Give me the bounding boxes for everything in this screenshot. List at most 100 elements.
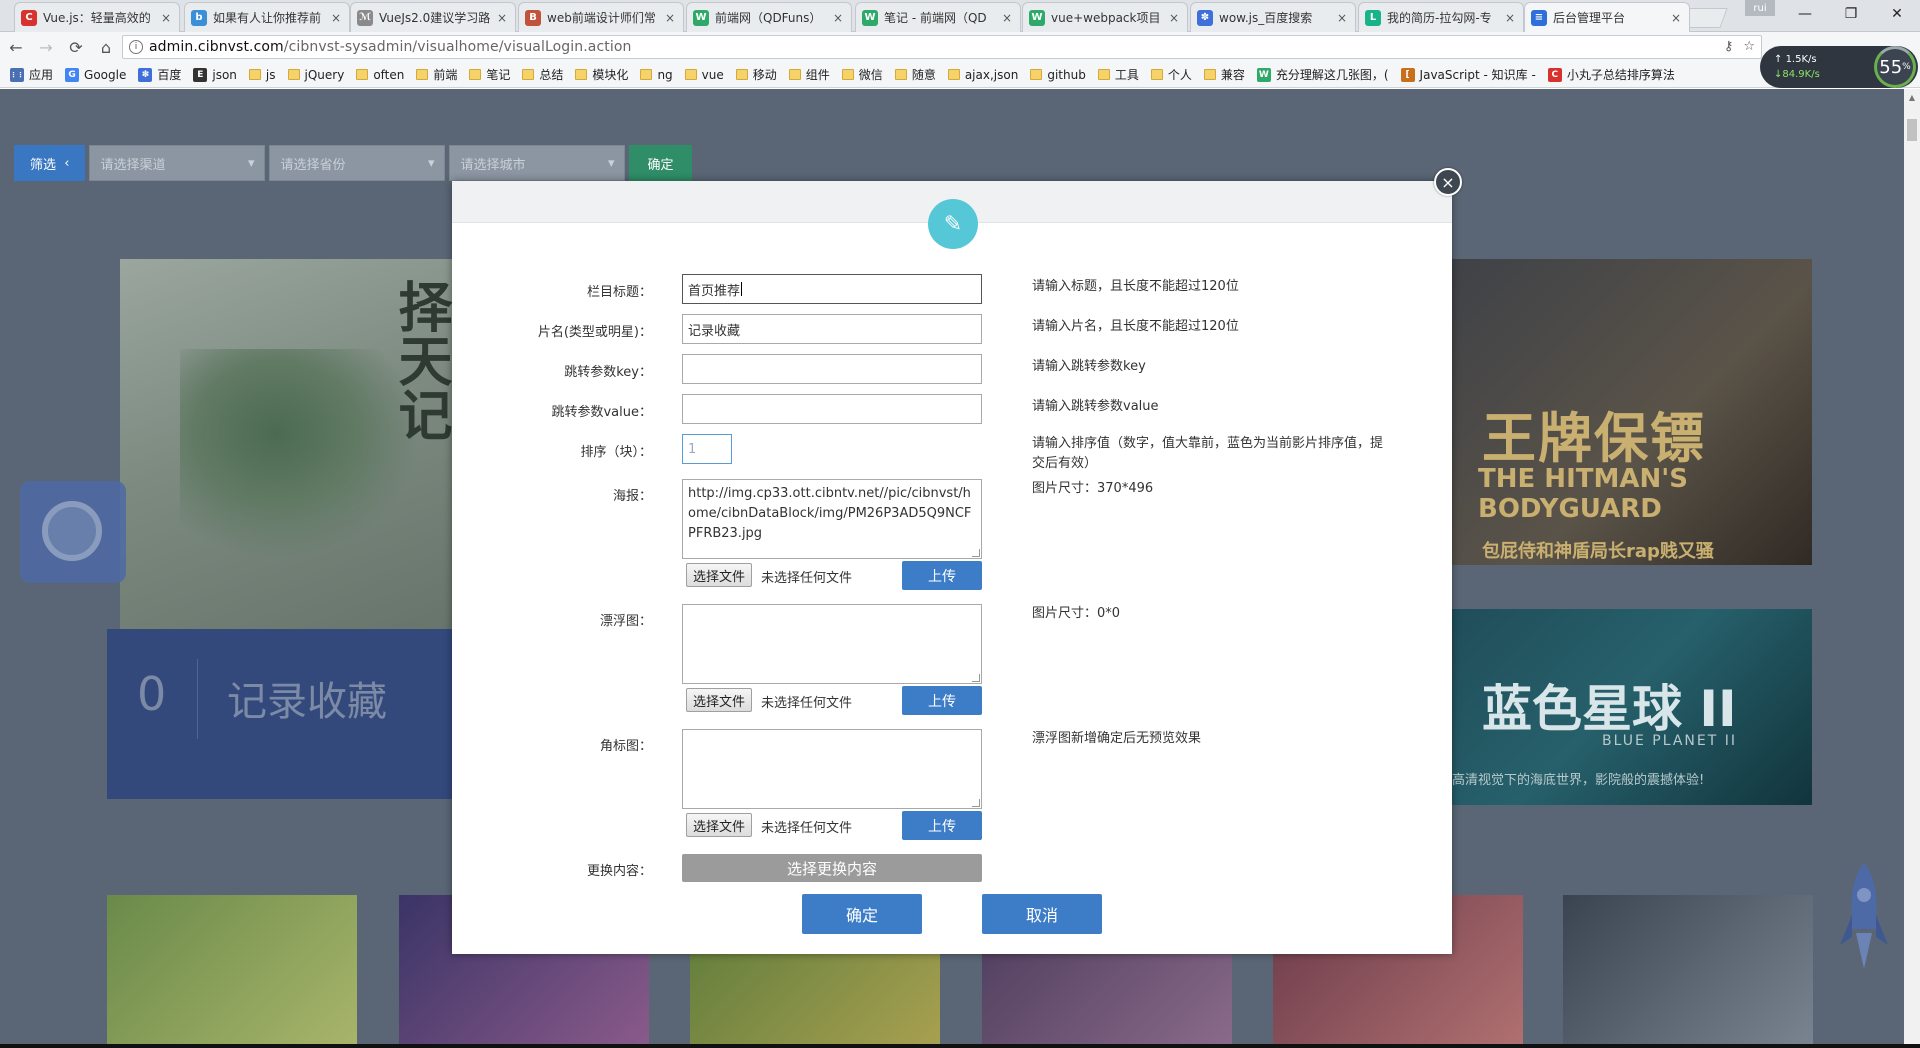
choose-replace-content-button[interactable]: 选择更换内容 <box>682 854 982 882</box>
float-img-upload-button[interactable]: 上传 <box>902 686 982 715</box>
right-poster-tile-2[interactable]: 蓝色星球 II BLUE PLANET II 高清视觉下的海底世界，影院般的震撼… <box>1412 609 1812 805</box>
poster-choose-file-button[interactable]: 选择文件 <box>686 563 753 587</box>
browser-tab[interactable]: Bweb前端设计师们常 × <box>518 2 684 32</box>
corner-img-upload-button[interactable]: 上传 <box>902 811 982 840</box>
back-icon[interactable]: ← <box>2 33 30 61</box>
tab-close-icon[interactable]: × <box>329 11 343 25</box>
float-img-choose-file-button[interactable]: 选择文件 <box>686 688 753 712</box>
user-profile-badge[interactable]: rui <box>1745 0 1775 16</box>
bookmark-link[interactable]: C 小丸子总结排序算法 <box>1547 66 1675 83</box>
poster-textarea[interactable]: http://img.cp33.ott.cibntv.net//pic/cibn… <box>682 479 982 559</box>
bookmark-folder[interactable]: js <box>248 68 276 82</box>
bookmark-folder[interactable]: often <box>356 68 404 82</box>
network-speed-widget[interactable]: ↑ 1.5K/s ↓84.9K/s 55% <box>1760 46 1918 88</box>
bookmark-folder[interactable]: 笔记 <box>469 66 510 83</box>
info-icon[interactable]: i <box>129 40 143 54</box>
bookmark-folder[interactable]: jQuery <box>287 68 344 82</box>
folder-icon <box>841 69 854 80</box>
modal-close-button[interactable]: × <box>1434 168 1462 196</box>
browser-tab[interactable]: L 我的简历-拉勾网-专 × <box>1358 2 1524 32</box>
scroll-up-icon[interactable]: ▲ <box>1904 89 1920 105</box>
bookmark-link[interactable]: G Google <box>65 67 126 82</box>
tab-close-icon[interactable]: × <box>1335 11 1349 25</box>
bookmark-folder[interactable]: github <box>1030 68 1086 82</box>
forward-icon[interactable]: → <box>32 33 60 61</box>
jump-value-input[interactable] <box>682 394 982 424</box>
bookmark-label: 总结 <box>539 68 564 82</box>
minimize-icon[interactable]: — <box>1782 0 1828 28</box>
rocket-icon[interactable] <box>1838 859 1890 979</box>
browser-tab[interactable]: ✽ wow.js_百度搜索 × <box>1190 2 1356 32</box>
tab-close-icon[interactable]: × <box>1000 11 1014 25</box>
float-img-textarea[interactable] <box>682 604 982 684</box>
province-select[interactable]: 请选择省份 ▾ <box>269 145 446 181</box>
bookmark-link[interactable]: Ejson <box>193 67 237 82</box>
bookmark-folder[interactable]: 总结 <box>522 66 563 83</box>
filter-bar: 筛选 ‹ 请选择渠道 ▾ 请选择省份 ▾ 请选择城市 ▾ 确定 <box>14 145 692 181</box>
key-icon[interactable]: ⚷ <box>1724 39 1734 54</box>
bookmark-link[interactable]: ✽ 百度 <box>138 66 181 83</box>
poster-upload-button[interactable]: 上传 <box>902 561 982 590</box>
name-input[interactable]: 记录收藏 <box>682 314 982 344</box>
corner-img-textarea[interactable] <box>682 729 982 809</box>
browser-tab[interactable]: C Vue.js：轻量高效的 × <box>14 2 180 32</box>
field-label: 排序（块）： <box>580 445 652 460</box>
tab-close-icon[interactable]: × <box>1669 11 1683 25</box>
bookmark-star-icon[interactable]: ☆ <box>1743 39 1755 54</box>
browser-tab[interactable]: ≡ 后台管理平台 × <box>1524 2 1690 32</box>
browser-tab[interactable]: ℳ VueJs2.0建议学习路 × <box>350 2 516 32</box>
scroll-thumb[interactable] <box>1907 119 1917 141</box>
thumb-6[interactable] <box>1563 895 1813 1044</box>
record-count: 0 <box>137 667 167 721</box>
filter-toggle-button[interactable]: 筛选 ‹ <box>14 145 86 181</box>
bookmark-folder[interactable]: 工具 <box>1097 66 1139 83</box>
tab-close-icon[interactable]: × <box>831 11 845 25</box>
browser-tab[interactable]: Wvue+webpack项目 × <box>1022 2 1188 32</box>
tab-close-icon[interactable]: × <box>159 11 173 25</box>
channel-select[interactable]: 请选择渠道 ▾ <box>89 145 266 181</box>
corner-img-choose-file-button[interactable]: 选择文件 <box>686 813 753 837</box>
tab-close-icon[interactable]: × <box>663 11 677 25</box>
right-poster-tile-1[interactable]: 王牌保镖 THE HITMAN'S BODYGUARD 包屁侍和神盾局长rap贱… <box>1412 259 1812 565</box>
bookmark-folder[interactable]: ng <box>640 68 673 82</box>
tab-close-icon[interactable]: × <box>1503 11 1517 25</box>
bookmark-link[interactable]: ⋮⋮ 应用 <box>10 66 53 83</box>
tab-close-icon[interactable]: × <box>1167 11 1181 25</box>
bookmark-folder[interactable]: ajax,json <box>947 68 1018 82</box>
sort-input[interactable]: 1 <box>682 434 732 464</box>
bookmark-folder[interactable]: 兼容 <box>1203 66 1245 83</box>
tab-title: vue+webpack项目 <box>1051 11 1161 25</box>
poster-title-en: BLUE PLANET II <box>1602 733 1737 749</box>
bookmark-folder[interactable]: 个人 <box>1150 66 1192 83</box>
maximize-icon[interactable]: ❐ <box>1828 0 1874 28</box>
reload-icon[interactable]: ⟳ <box>62 33 90 61</box>
home-icon[interactable]: ⌂ <box>92 33 120 61</box>
floating-action-button[interactable] <box>20 481 126 583</box>
close-window-icon[interactable]: ✕ <box>1874 0 1920 28</box>
bookmark-folder[interactable]: 前端 <box>416 66 457 83</box>
title-input[interactable]: 首页推荐 <box>682 274 982 304</box>
browser-tab[interactable]: b 如果有人让你推荐前 × <box>184 2 350 32</box>
bookmark-folder[interactable]: 模块化 <box>575 66 628 83</box>
bookmark-folder[interactable]: 移动 <box>735 66 777 83</box>
cancel-button[interactable]: 取消 <box>982 894 1102 934</box>
jump-key-input[interactable] <box>682 354 982 384</box>
confirm-button[interactable]: 确定 <box>802 894 922 934</box>
page-scrollbar[interactable]: ▲ <box>1904 89 1920 1044</box>
thumb-1[interactable] <box>107 895 357 1044</box>
bookmark-folder[interactable]: 随意 <box>894 66 936 83</box>
tab-favicon-icon: L <box>1365 9 1381 26</box>
folder-icon <box>287 69 300 80</box>
bookmark-folder[interactable]: 微信 <box>841 66 883 83</box>
bookmark-link[interactable]: [JavaScript - 知识库 - <box>1400 66 1536 83</box>
bookmark-folder[interactable]: vue <box>684 68 724 82</box>
tab-close-icon[interactable]: × <box>495 11 509 25</box>
bookmark-link[interactable]: W 充分理解这几张图，( <box>1256 66 1389 83</box>
city-select[interactable]: 请选择城市 ▾ <box>449 145 626 181</box>
browser-tab[interactable]: W 前端网（QDFuns） × <box>686 2 852 32</box>
filter-confirm-button[interactable]: 确定 <box>629 145 692 181</box>
folder-icon <box>1150 69 1163 80</box>
browser-tab[interactable]: W 笔记 - 前端网（QD × <box>855 2 1021 32</box>
address-bar[interactable]: i admin.cibnvst.com/cibnvst-sysadmin/vis… <box>122 35 1762 59</box>
bookmark-folder[interactable]: 组件 <box>788 66 830 83</box>
